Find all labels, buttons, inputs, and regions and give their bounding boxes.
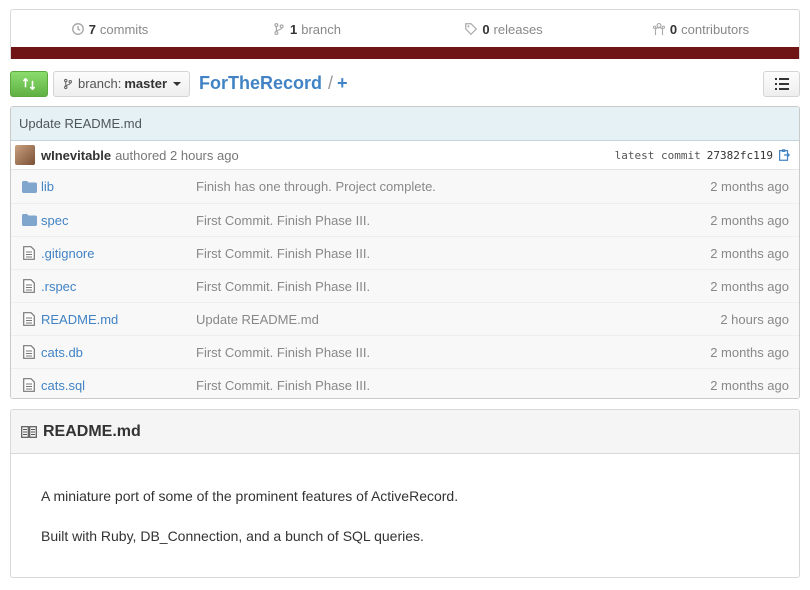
file-name-link[interactable]: spec: [41, 213, 196, 228]
file-age: 2 months ago: [710, 344, 789, 360]
file-icon: [11, 246, 41, 260]
file-navigation: branch: master ForTheRecord / +: [10, 70, 800, 97]
chevron-down-icon: [173, 81, 182, 86]
new-file-button[interactable]: +: [337, 73, 348, 94]
branch-icon: [64, 78, 72, 89]
file-row[interactable]: cats.db First Commit. Finish Phase III. 2 …: [11, 335, 799, 368]
file-commit-message[interactable]: First Commit. Finish Phase III.: [196, 213, 689, 228]
file-list-toggle-button[interactable]: [763, 70, 800, 97]
file-commit-message[interactable]: Update README.md: [196, 312, 689, 327]
file-icon: [11, 312, 41, 326]
readme-header: README.md: [11, 410, 799, 454]
branch-value: master: [124, 76, 168, 91]
contributors-count: 0: [669, 21, 678, 37]
file-row[interactable]: .rspec First Commit. Finish Phase III. 2 m…: [11, 269, 799, 302]
latest-commit-message[interactable]: Update README.md: [11, 107, 799, 141]
branches-stat[interactable]: 1 branch: [208, 10, 405, 48]
readme-paragraph: Built with Ruby, DB_Connection, and a bu…: [41, 528, 424, 544]
commit-sha[interactable]: 27382fc119: [707, 149, 773, 162]
branch-label: branch:: [78, 76, 122, 91]
book-icon: [21, 425, 37, 438]
repo-root-link[interactable]: ForTheRecord: [199, 73, 322, 94]
file-commit-message[interactable]: Finish has one through. Project complete…: [196, 179, 689, 194]
file-age: 2 hours ago: [720, 311, 789, 327]
releases-label: releases: [493, 21, 543, 37]
file-age: 2 months ago: [710, 278, 789, 294]
file-commit-message[interactable]: First Commit. Finish Phase III.: [196, 246, 689, 261]
branches-count: 1: [290, 21, 298, 37]
file-commit-message[interactable]: First Commit. Finish Phase III.: [196, 378, 689, 393]
readme-paragraph: A miniature port of some of the prominen…: [41, 488, 459, 504]
file-name-link[interactable]: lib: [41, 179, 196, 194]
file-name-link[interactable]: cats.db: [41, 345, 196, 360]
file-age: 2 months ago: [710, 377, 789, 393]
breadcrumb: ForTheRecord / +: [199, 73, 348, 94]
file-row[interactable]: cats.sql First Commit. Finish Phase III. 2…: [11, 368, 799, 398]
folder-icon: [11, 214, 41, 226]
file-row[interactable]: .gitignore First Commit. Finish Phase III…: [11, 236, 799, 269]
commits-count: 7: [88, 21, 96, 37]
tag-icon: [465, 23, 478, 36]
file-name-link[interactable]: .rspec: [41, 279, 196, 294]
contributors-label: contributors: [681, 21, 750, 37]
commit-message[interactable]: Update README.md: [19, 116, 142, 131]
compare-button[interactable]: [10, 70, 48, 97]
commit-author[interactable]: wInevitable: [41, 148, 111, 163]
history-icon: [71, 23, 84, 35]
compare-icon: [22, 77, 36, 90]
branches-label: branch: [301, 21, 341, 37]
file-row[interactable]: README.md Update README.md 2 hours ago: [11, 302, 799, 335]
file-row[interactable]: lib Finish has one through. Project compl…: [11, 170, 799, 203]
latest-commit-label: latest commit: [614, 148, 701, 162]
file-icon: [11, 345, 41, 359]
breadcrumb-separator: /: [328, 73, 334, 93]
commit-authored-time: authored 2 hours ago: [115, 147, 239, 163]
file-age: 2 months ago: [710, 245, 789, 261]
commit-meta: wInevitable authored 2 hours ago latest …: [11, 141, 799, 170]
file-list: lib Finish has one through. Project compl…: [11, 170, 799, 398]
file-icon: [11, 279, 41, 293]
readme-panel: README.md A miniature port of some of th…: [10, 409, 800, 578]
file-row[interactable]: spec First Commit. Finish Phase III. 2 mon…: [11, 203, 799, 236]
file-commit-message[interactable]: First Commit. Finish Phase III.: [196, 279, 689, 294]
commits-label: commits: [99, 21, 149, 37]
folder-icon: [11, 180, 41, 193]
language-bar[interactable]: [11, 47, 799, 59]
file-name-link[interactable]: cats.sql: [41, 378, 196, 393]
file-commit-message[interactable]: First Commit. Finish Phase III.: [196, 345, 689, 360]
branch-selector[interactable]: branch: master: [53, 70, 191, 97]
releases-stat[interactable]: 0 releases: [405, 10, 602, 48]
file-table: Update README.md wInevitable authored 2 …: [10, 106, 800, 399]
repo-stats-bar: 7 commits 1 branch 0 releases 0 contribu…: [10, 9, 800, 59]
list-icon: [774, 77, 789, 90]
file-name-link[interactable]: README.md: [41, 312, 196, 327]
releases-count: 0: [482, 21, 490, 37]
commits-stat[interactable]: 7 commits: [11, 10, 208, 48]
readme-body: A miniature port of some of the prominen…: [11, 454, 799, 546]
avatar[interactable]: [15, 145, 35, 165]
organization-icon: [652, 23, 665, 36]
file-age: 2 months ago: [710, 212, 789, 228]
branch-icon: [274, 23, 284, 35]
clipboard-icon[interactable]: [777, 148, 791, 162]
file-icon: [11, 378, 41, 392]
file-age: 2 months ago: [710, 179, 789, 194]
readme-title: README.md: [43, 422, 141, 440]
file-name-link[interactable]: .gitignore: [41, 246, 196, 261]
contributors-stat[interactable]: 0 contributors: [602, 10, 799, 48]
